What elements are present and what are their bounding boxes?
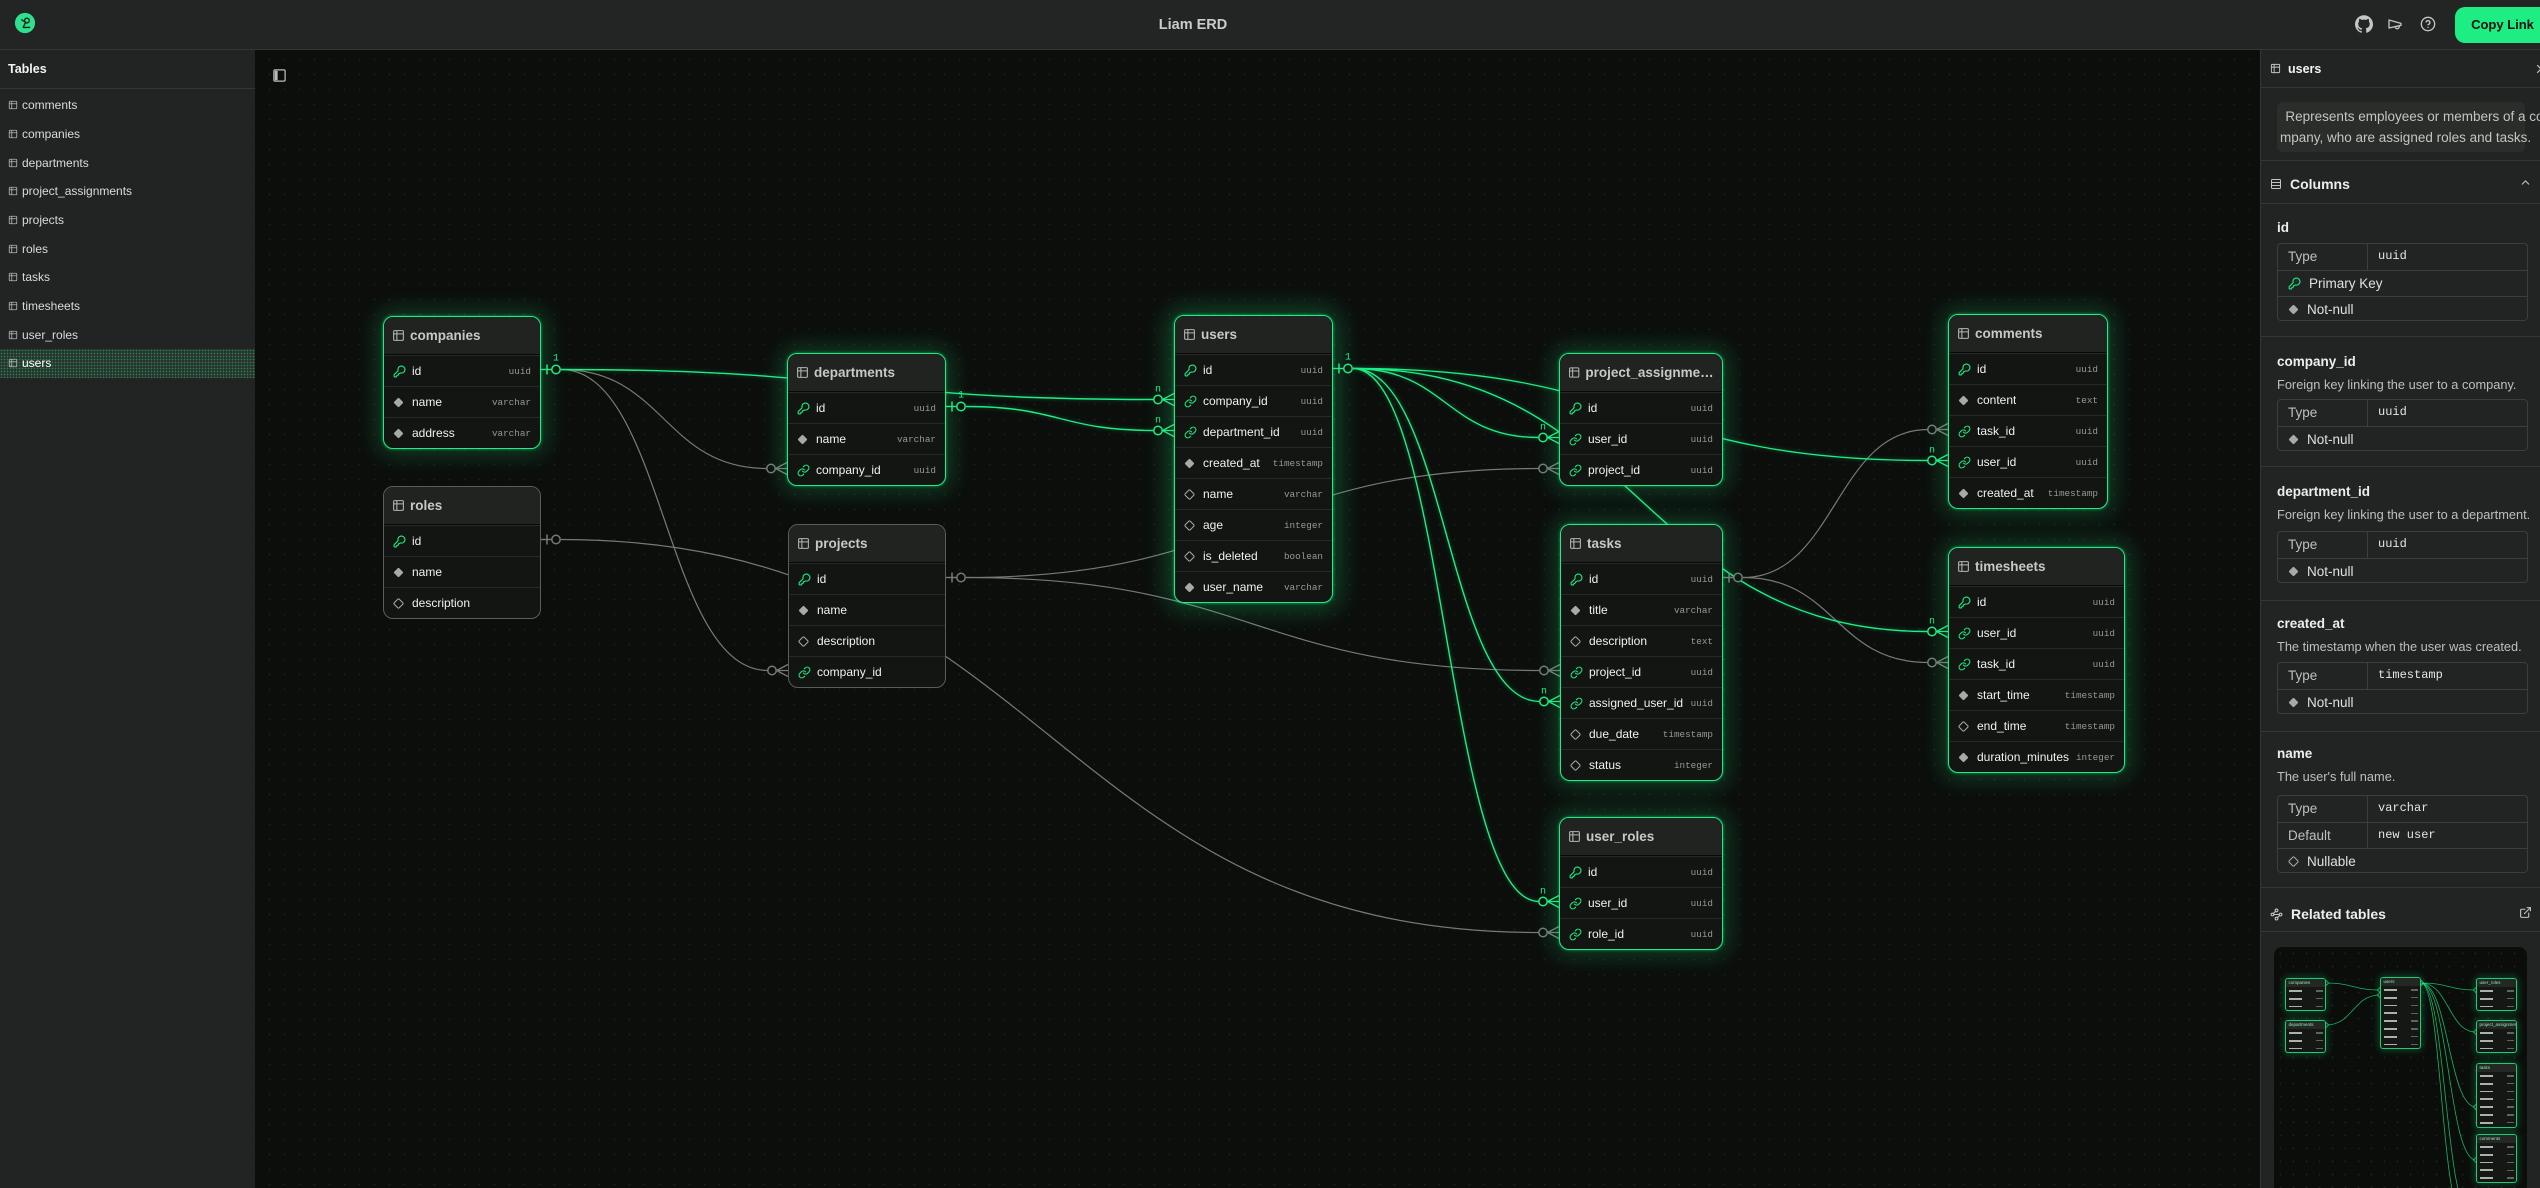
svg-text:n: n xyxy=(1540,887,1546,898)
svg-text:n: n xyxy=(1155,385,1161,396)
svg-text:n: n xyxy=(1929,617,1935,628)
svg-text:1: 1 xyxy=(553,354,559,365)
svg-text:1: 1 xyxy=(958,391,964,402)
svg-text:n: n xyxy=(1540,423,1546,434)
svg-text:n: n xyxy=(1929,446,1935,457)
svg-text:n: n xyxy=(1541,687,1547,698)
svg-text:n: n xyxy=(1155,416,1161,427)
svg-text:1: 1 xyxy=(1345,353,1351,364)
